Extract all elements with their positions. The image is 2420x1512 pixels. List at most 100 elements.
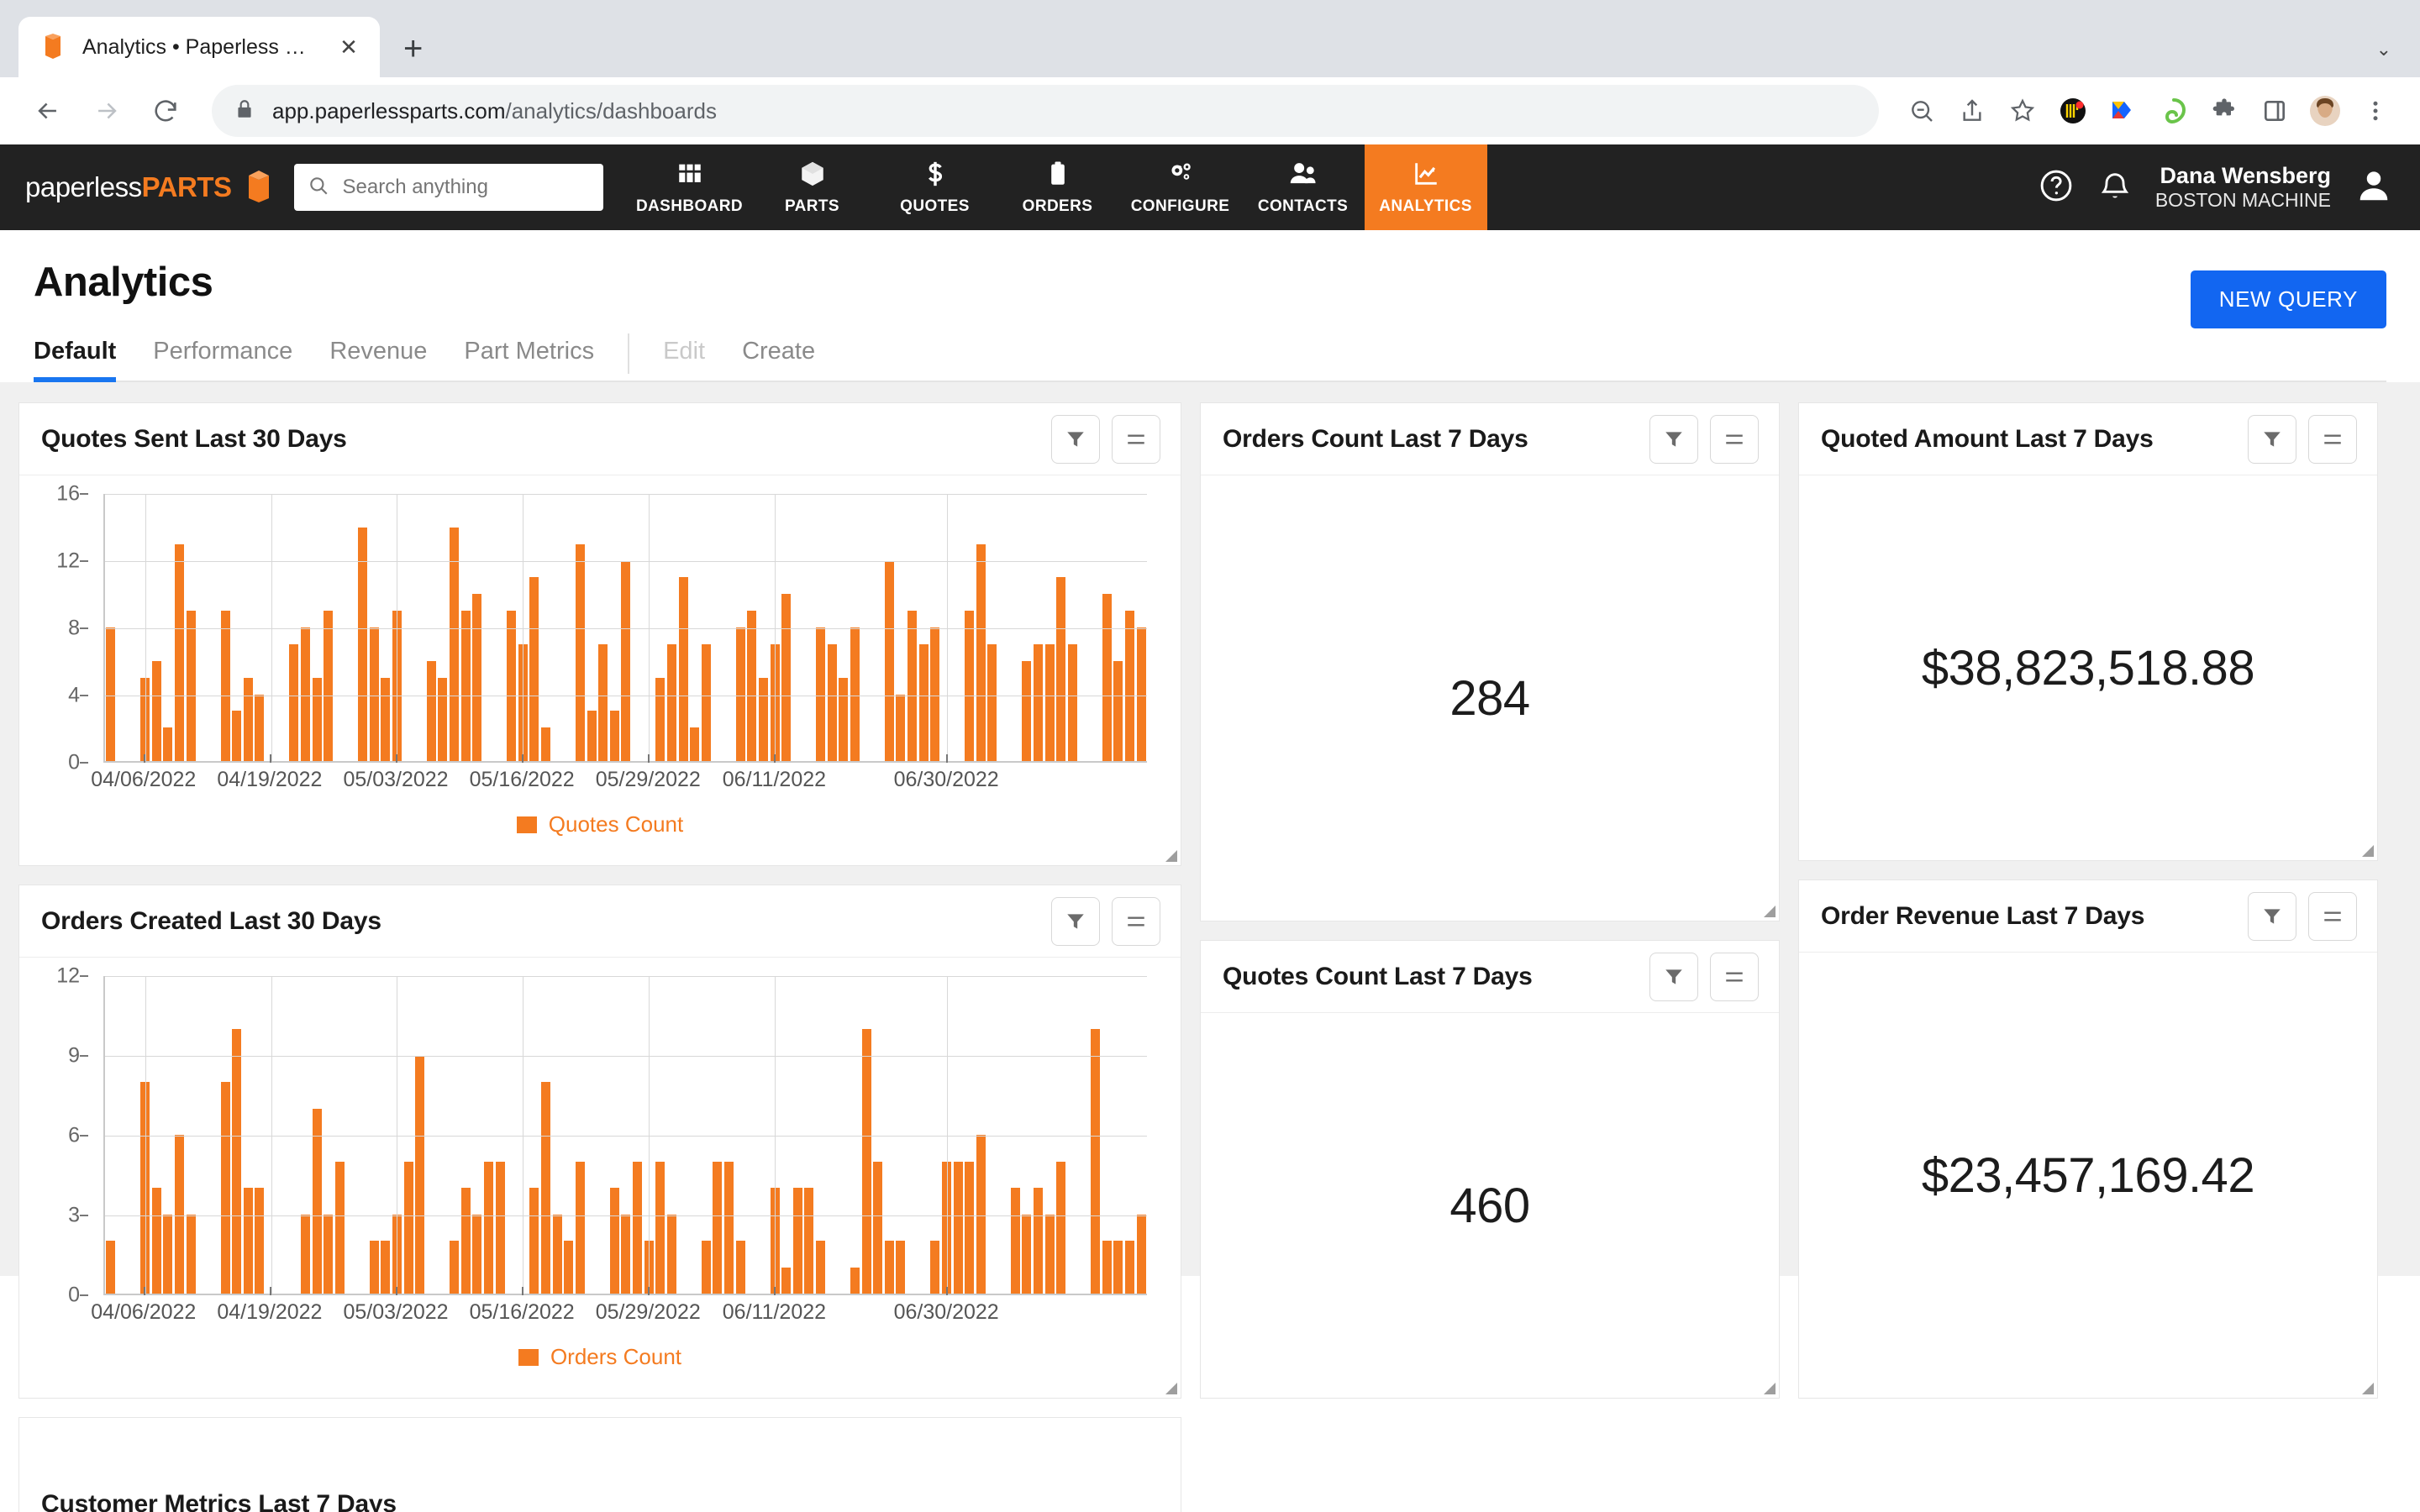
filter-icon[interactable] bbox=[2248, 414, 2296, 464]
filter-icon[interactable] bbox=[1051, 414, 1100, 464]
bar[interactable] bbox=[804, 1188, 814, 1294]
bar[interactable] bbox=[976, 1135, 986, 1294]
bar[interactable] bbox=[106, 627, 116, 761]
bar[interactable] bbox=[289, 643, 299, 761]
bar[interactable] bbox=[507, 611, 517, 761]
back-icon[interactable] bbox=[22, 85, 74, 137]
hamburger-icon[interactable] bbox=[1112, 414, 1160, 464]
avatar[interactable] bbox=[2302, 88, 2348, 134]
bar[interactable] bbox=[861, 1029, 871, 1294]
bar[interactable] bbox=[106, 1241, 116, 1294]
bar[interactable] bbox=[884, 1241, 894, 1294]
side-panel-icon[interactable] bbox=[2252, 88, 2297, 134]
user-info[interactable]: Dana Wensberg BOSTON MACHINE bbox=[2155, 162, 2331, 213]
bar[interactable] bbox=[1124, 1241, 1134, 1294]
share-icon[interactable] bbox=[1949, 88, 1995, 134]
bar[interactable] bbox=[781, 594, 792, 761]
bar[interactable] bbox=[564, 1241, 574, 1294]
brand-logo[interactable]: paperlessPARTS bbox=[0, 144, 287, 230]
bar[interactable] bbox=[220, 1082, 230, 1294]
bar[interactable] bbox=[186, 1214, 196, 1294]
bar[interactable] bbox=[930, 627, 940, 761]
tab-part-metrics[interactable]: Part Metrics bbox=[445, 331, 613, 381]
filter-icon[interactable] bbox=[2248, 891, 2296, 941]
bar[interactable] bbox=[450, 527, 460, 761]
bar[interactable] bbox=[816, 627, 826, 761]
bar[interactable] bbox=[850, 1267, 860, 1294]
bar[interactable] bbox=[930, 1241, 940, 1294]
bar[interactable] bbox=[312, 677, 322, 761]
user-avatar-icon[interactable] bbox=[2354, 166, 2393, 209]
resize-handle[interactable] bbox=[1162, 1379, 1177, 1394]
forward-icon[interactable] bbox=[81, 85, 133, 137]
bar[interactable] bbox=[850, 627, 860, 761]
bar[interactable] bbox=[403, 1161, 413, 1294]
bar[interactable] bbox=[1033, 1188, 1043, 1294]
bar[interactable] bbox=[1033, 643, 1043, 761]
extension-icon-grammarly[interactable] bbox=[2151, 88, 2196, 134]
bar[interactable] bbox=[1113, 1241, 1123, 1294]
resize-handle[interactable] bbox=[2359, 1379, 2374, 1394]
bar[interactable] bbox=[438, 677, 448, 761]
close-icon[interactable]: ✕ bbox=[334, 34, 363, 60]
bar[interactable] bbox=[884, 560, 894, 761]
bar[interactable] bbox=[587, 711, 597, 761]
zoom-out-icon[interactable] bbox=[1899, 88, 1944, 134]
search-input[interactable] bbox=[293, 164, 603, 211]
resize-handle[interactable] bbox=[1760, 902, 1776, 917]
bar[interactable] bbox=[621, 1214, 631, 1294]
bar[interactable] bbox=[965, 1161, 975, 1294]
bar[interactable] bbox=[300, 627, 310, 761]
bar[interactable] bbox=[243, 1188, 253, 1294]
nav-item-orders[interactable]: ORDERS bbox=[997, 144, 1119, 230]
bar[interactable] bbox=[598, 643, 608, 761]
bar[interactable] bbox=[953, 1161, 963, 1294]
bar[interactable] bbox=[633, 1161, 643, 1294]
bar[interactable] bbox=[255, 694, 265, 761]
bar[interactable] bbox=[163, 1214, 173, 1294]
bar[interactable] bbox=[758, 677, 768, 761]
bar[interactable] bbox=[381, 677, 391, 761]
bar[interactable] bbox=[324, 611, 334, 761]
bar[interactable] bbox=[334, 1161, 345, 1294]
tab-revenue[interactable]: Revenue bbox=[311, 331, 445, 381]
bar[interactable] bbox=[472, 594, 482, 761]
new-tab-button[interactable]: + bbox=[403, 32, 423, 66]
hamburger-icon[interactable] bbox=[1710, 414, 1759, 464]
bar[interactable] bbox=[666, 1214, 676, 1294]
search-field[interactable] bbox=[342, 176, 590, 199]
bar[interactable] bbox=[621, 560, 631, 761]
bar[interactable] bbox=[1124, 611, 1134, 761]
bar[interactable] bbox=[724, 1161, 734, 1294]
bar[interactable] bbox=[781, 1267, 792, 1294]
bookmark-star-icon[interactable] bbox=[2000, 88, 2045, 134]
bar[interactable] bbox=[1056, 577, 1066, 761]
new-query-button[interactable]: NEW QUERY bbox=[2190, 270, 2386, 328]
resize-handle[interactable] bbox=[1162, 847, 1177, 862]
hamburger-icon[interactable] bbox=[2308, 891, 2357, 941]
bar[interactable] bbox=[151, 1188, 161, 1294]
bar[interactable] bbox=[701, 1241, 711, 1294]
help-icon[interactable] bbox=[2038, 167, 2075, 208]
reload-icon[interactable] bbox=[139, 85, 192, 137]
bar[interactable] bbox=[575, 543, 585, 761]
bar[interactable] bbox=[735, 1241, 745, 1294]
nav-item-parts[interactable]: PARTS bbox=[751, 144, 874, 230]
browser-tab[interactable]: Analytics • Paperless Parts ✕ bbox=[18, 17, 380, 77]
bar[interactable] bbox=[713, 1161, 723, 1294]
bar[interactable] bbox=[483, 1161, 493, 1294]
address-bar[interactable]: app.paperlessparts.com/analytics/dashboa… bbox=[212, 85, 1879, 137]
bar[interactable] bbox=[873, 1161, 883, 1294]
extension-icon-honey[interactable] bbox=[2050, 88, 2096, 134]
bar[interactable] bbox=[792, 1188, 802, 1294]
bar[interactable] bbox=[426, 660, 436, 761]
extension-icon-blue-arrow[interactable] bbox=[2101, 88, 2146, 134]
nav-item-contacts[interactable]: CONTACTS bbox=[1242, 144, 1365, 230]
notification-bell-icon[interactable] bbox=[2098, 168, 2132, 207]
bar[interactable] bbox=[965, 611, 975, 761]
bar[interactable] bbox=[541, 1082, 551, 1294]
bar[interactable] bbox=[415, 1055, 425, 1294]
hamburger-icon[interactable] bbox=[1710, 952, 1759, 1001]
nav-item-quotes[interactable]: QUOTES bbox=[874, 144, 997, 230]
bar[interactable] bbox=[575, 1161, 585, 1294]
